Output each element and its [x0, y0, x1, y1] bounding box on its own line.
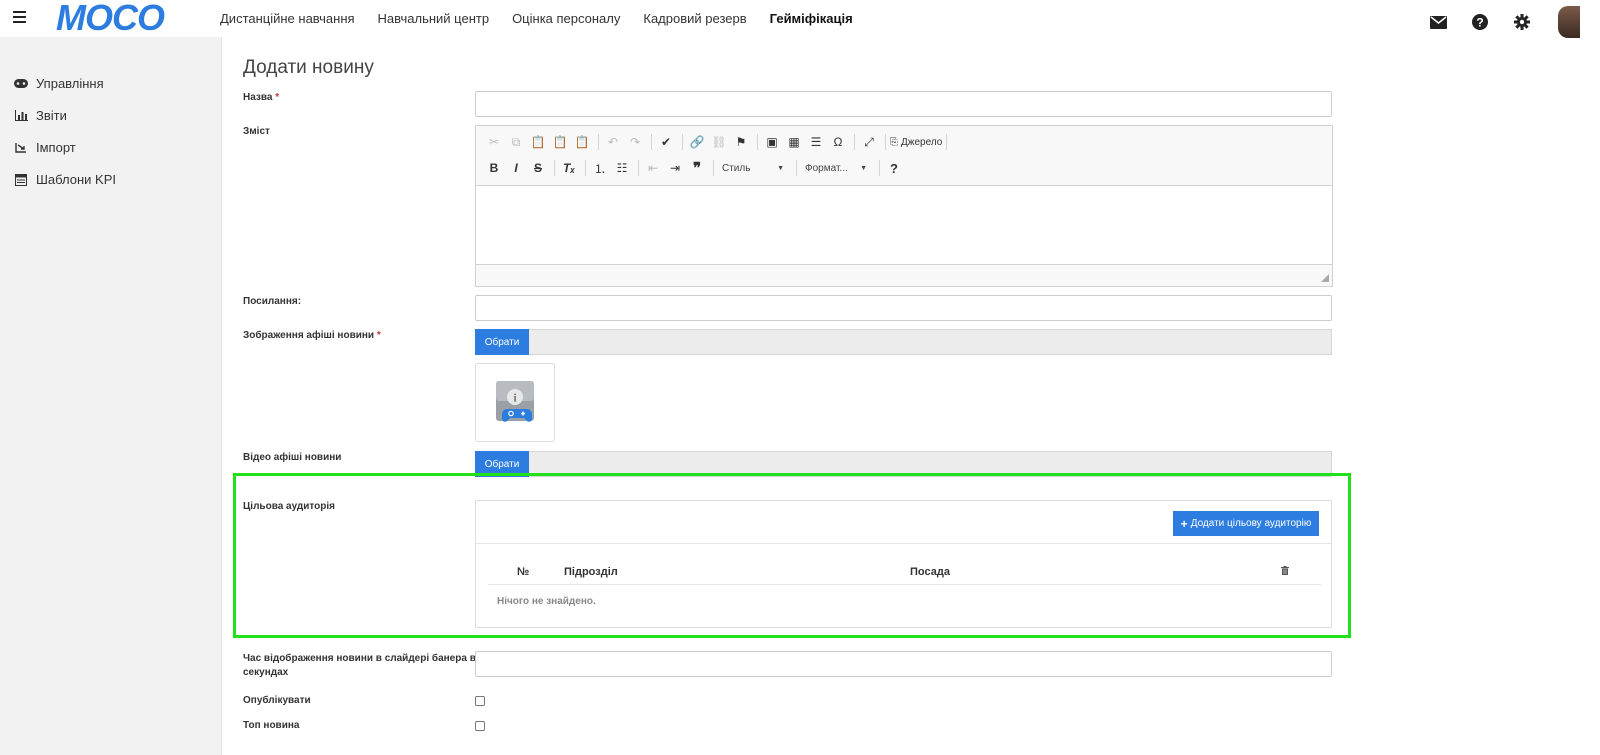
slider-time-label: Час відображення новини в слайдері банер…	[243, 652, 476, 680]
sidebar-item-kpi-templates[interactable]: Шаблони KPI	[14, 172, 116, 187]
strike-icon[interactable]: S	[528, 158, 548, 178]
resize-handle-icon[interactable]	[1321, 274, 1329, 282]
spellcheck-icon[interactable]: ✔	[656, 132, 676, 152]
indent-icon[interactable]: ⇥	[665, 158, 685, 178]
nav-gamification[interactable]: Гейміфікація	[770, 11, 853, 26]
publish-label: Опублікувати	[243, 695, 311, 706]
italic-icon[interactable]: I	[506, 158, 526, 178]
name-label: Назва *	[243, 91, 279, 105]
chart-icon	[14, 110, 28, 122]
dropdown-arrow-icon: ▼	[777, 164, 784, 172]
top-news-label: Топ новина	[243, 720, 300, 731]
style-select-value: Стиль	[722, 162, 751, 174]
link-input[interactable]	[475, 295, 1332, 321]
paste-word-icon[interactable]: 📋	[572, 132, 592, 152]
format-select-value: Формат...	[805, 162, 848, 174]
paste-text-icon[interactable]: 📋	[550, 132, 570, 152]
source-button[interactable]: ⎘ Джерело	[890, 137, 942, 148]
gear-icon[interactable]	[1512, 12, 1532, 32]
publish-checkbox[interactable]	[475, 696, 485, 706]
gamepad-icon	[14, 78, 28, 90]
template-icon	[14, 173, 28, 186]
link-icon[interactable]: 🔗	[687, 132, 707, 152]
outdent-icon[interactable]: ⇤	[643, 158, 663, 178]
content-label: Зміст	[243, 126, 270, 137]
unlink-icon[interactable]: ⛓	[709, 132, 729, 152]
slider-time-label-line2: секундах	[243, 667, 289, 678]
sidebar-item-label: Управління	[36, 76, 104, 91]
svg-text:MOCO: MOCO	[56, 2, 165, 34]
sidebar-item-label: Імпорт	[36, 140, 76, 155]
special-char-icon[interactable]: Ω	[828, 132, 848, 152]
top-icons: ?	[1428, 6, 1580, 38]
svg-text:?: ?	[1476, 16, 1483, 30]
numbered-list-icon[interactable]: ⒈	[590, 158, 610, 178]
sidebar-item-label: Звіти	[36, 108, 67, 123]
style-select[interactable]: Стиль ▼	[718, 159, 788, 177]
link-label: Посилання:	[243, 296, 302, 307]
slider-time-label-line1: Час відображення новини в слайдері банер…	[243, 653, 476, 664]
blockquote-icon[interactable]: ❞	[687, 158, 707, 178]
help-icon[interactable]: ?	[1470, 12, 1490, 32]
video-label: Відео афіші новини	[243, 452, 342, 463]
slider-time-input[interactable]	[475, 651, 1332, 677]
dropdown-arrow-icon: ▼	[860, 164, 867, 172]
avatar[interactable]	[1558, 6, 1580, 38]
sidebar: Управління Звіти Імпорт Шаблони KPI	[0, 37, 222, 755]
envelope-icon[interactable]	[1428, 12, 1448, 32]
image-placeholder-icon: i	[496, 381, 534, 422]
editor-content-area[interactable]	[476, 185, 1332, 265]
remove-format-icon[interactable]: Tₓ	[559, 158, 579, 178]
copy-icon[interactable]: ⧉	[506, 132, 526, 152]
nav-training-center[interactable]: Навчальний центр	[378, 11, 490, 26]
image-file-bar: Обрати	[475, 329, 1332, 355]
sidebar-item-management[interactable]: Управління	[14, 76, 104, 91]
image-label-text: Зображення афіші новини	[243, 330, 375, 341]
nav-staff-assessment[interactable]: Оцінка персоналу	[512, 11, 620, 26]
required-mark: *	[275, 92, 280, 103]
top-news-checkbox[interactable]	[475, 721, 485, 731]
editor-toolbar-row-1: ✂ ⧉ 📋 📋 📋 ↶ ↷ ✔ 🔗 ⛓ ⚑ ▣ ▦ ☰ Ω ⤢ ⎘ Джерело	[484, 131, 951, 153]
rich-text-editor: ✂ ⧉ 📋 📋 📋 ↶ ↷ ✔ 🔗 ⛓ ⚑ ▣ ▦ ☰ Ω ⤢ ⎘ Джерело	[475, 125, 1333, 287]
bulleted-list-icon[interactable]: ☷	[612, 158, 632, 178]
format-select[interactable]: Формат... ▼	[801, 159, 871, 177]
horizontal-line-icon[interactable]: ☰	[806, 132, 826, 152]
import-icon	[14, 142, 28, 154]
editor-toolbar-row-2: B I S Tₓ ⒈ ☷ ⇤ ⇥ ❞ Стиль ▼ Формат... ▼ ?	[484, 157, 906, 179]
table-icon[interactable]: ▦	[784, 132, 804, 152]
undo-icon[interactable]: ↶	[603, 132, 623, 152]
paste-icon[interactable]: 📋	[528, 132, 548, 152]
cut-icon[interactable]: ✂	[484, 132, 504, 152]
sidebar-item-import[interactable]: Імпорт	[14, 140, 76, 155]
image-icon[interactable]: ▣	[762, 132, 782, 152]
anchor-flag-icon[interactable]: ⚑	[731, 132, 751, 152]
audience-highlight-box	[233, 473, 1351, 638]
top-bar: MOCO Дистанційне навчання Навчальний цен…	[0, 0, 1600, 39]
bold-icon[interactable]: B	[484, 158, 504, 178]
source-icon: ⎘	[890, 136, 898, 148]
choose-image-button[interactable]: Обрати	[475, 329, 529, 355]
name-input[interactable]	[475, 91, 1332, 117]
image-preview: i	[475, 363, 555, 442]
required-mark: *	[376, 330, 381, 341]
brand-logo[interactable]: MOCO	[56, 0, 181, 39]
maximize-icon[interactable]: ⤢	[859, 132, 879, 152]
redo-icon[interactable]: ↷	[625, 132, 645, 152]
source-label: Джерело	[901, 136, 943, 148]
menu-icon[interactable]	[13, 11, 26, 23]
help-question-icon[interactable]: ?	[884, 158, 904, 178]
sidebar-item-reports[interactable]: Звіти	[14, 108, 67, 123]
main-nav: Дистанційне навчання Навчальний центр Оц…	[220, 11, 876, 26]
sidebar-item-label: Шаблони KPI	[36, 172, 116, 187]
nav-talent-pool[interactable]: Кадровий резерв	[643, 11, 746, 26]
page-title: Додати новину	[243, 57, 374, 78]
name-label-text: Назва	[243, 92, 273, 103]
image-label: Зображення афіші новини *	[243, 329, 381, 343]
nav-distance-learning[interactable]: Дистанційне навчання	[220, 11, 355, 26]
